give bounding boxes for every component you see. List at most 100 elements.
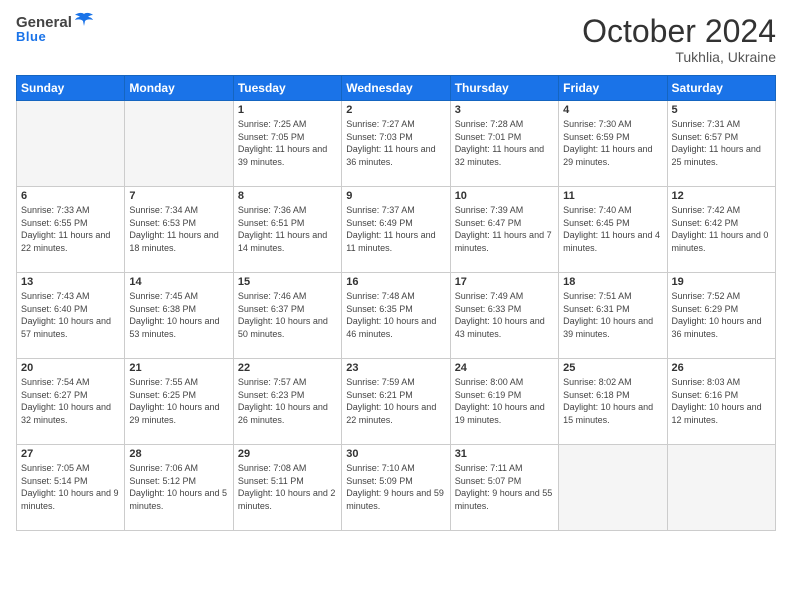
header-wednesday: Wednesday [342,76,450,101]
cell-info: Sunrise: 7:52 AM Sunset: 6:29 PM Dayligh… [672,290,771,340]
table-row: 16Sunrise: 7:48 AM Sunset: 6:35 PM Dayli… [342,273,450,359]
table-row: 31 Sunrise: 7:11 AM Sunset: 5:07 PM Dayli… [450,445,558,531]
day-number: 9 [346,190,445,202]
calendar-week-row: 6Sunrise: 7:33 AM Sunset: 6:55 PM Daylig… [17,187,776,273]
day-number: 4 [563,104,662,116]
table-row: 26 Sunrise: 8:03 AM Sunset: 6:16 PM Dayli… [667,359,775,445]
table-row: 5 Sunrise: 7:31 AM Sunset: 6:57 PM Daylig… [667,101,775,187]
table-row: 25 Sunrise: 8:02 AM Sunset: 6:18 PM Dayli… [559,359,667,445]
cell-info: Sunrise: 7:39 AM Sunset: 6:47 PM Dayligh… [455,204,554,254]
title-block: October 2024 Tukhlia, Ukraine [582,14,776,65]
header-tuesday: Tuesday [233,76,341,101]
header-friday: Friday [559,76,667,101]
month-title: October 2024 [582,14,776,49]
cell-info: Sunrise: 7:27 AM Sunset: 7:03 PM Dayligh… [346,118,445,168]
table-row: 15 Sunrise: 7:46 AM Sunset: 6:37 PM Dayli… [233,273,341,359]
cell-info: Sunrise: 7:31 AM Sunset: 6:57 PM Dayligh… [672,118,771,168]
logo-blue-text: Blue [16,29,94,44]
cell-info: Sunrise: 7:05 AM Sunset: 5:14 PM Dayligh… [21,462,120,512]
table-row: 9 Sunrise: 7:37 AM Sunset: 6:49 PM Daylig… [342,187,450,273]
table-row [125,101,233,187]
cell-info: Sunrise: 7:11 AM Sunset: 5:07 PM Dayligh… [455,462,554,512]
day-number: 2 [346,104,445,116]
table-row: 30 Sunrise: 7:10 AM Sunset: 5:09 PM Dayli… [342,445,450,531]
table-row: 28Sunrise: 7:06 AM Sunset: 5:12 PM Dayli… [125,445,233,531]
cell-info: Sunrise: 7:10 AM Sunset: 5:09 PM Dayligh… [346,462,445,512]
day-number: 24 [455,362,554,374]
table-row: 24Sunrise: 8:00 AM Sunset: 6:19 PM Dayli… [450,359,558,445]
cell-info: Sunrise: 7:40 AM Sunset: 6:45 PM Dayligh… [563,204,662,254]
day-number: 14 [129,276,228,288]
table-row: 7 Sunrise: 7:34 AM Sunset: 6:53 PM Daylig… [125,187,233,273]
table-row [17,101,125,187]
day-number: 26 [672,362,771,374]
table-row: 19 Sunrise: 7:52 AM Sunset: 6:29 PM Dayli… [667,273,775,359]
cell-info: Sunrise: 7:54 AM Sunset: 6:27 PM Dayligh… [21,376,120,426]
day-number: 15 [238,276,337,288]
day-number: 7 [129,190,228,202]
day-number: 8 [238,190,337,202]
cell-info: Sunrise: 7:08 AM Sunset: 5:11 PM Dayligh… [238,462,337,512]
cell-info: Sunrise: 7:34 AM Sunset: 6:53 PM Dayligh… [129,204,228,254]
header: General Blue October 2024 Tukhlia, Ukrai… [16,14,776,65]
cell-info: Sunrise: 8:03 AM Sunset: 6:16 PM Dayligh… [672,376,771,426]
day-number: 23 [346,362,445,374]
day-number: 25 [563,362,662,374]
header-saturday: Saturday [667,76,775,101]
cell-info: Sunrise: 7:59 AM Sunset: 6:21 PM Dayligh… [346,376,445,426]
day-number: 27 [21,448,120,460]
day-number: 17 [455,276,554,288]
table-row: 20 Sunrise: 7:54 AM Sunset: 6:27 PM Dayli… [17,359,125,445]
table-row: 22 Sunrise: 7:57 AM Sunset: 6:23 PM Dayli… [233,359,341,445]
day-number: 29 [238,448,337,460]
cell-info: Sunrise: 7:46 AM Sunset: 6:37 PM Dayligh… [238,290,337,340]
day-number: 30 [346,448,445,460]
day-number: 31 [455,448,554,460]
calendar-week-row: 20 Sunrise: 7:54 AM Sunset: 6:27 PM Dayli… [17,359,776,445]
day-number: 5 [672,104,771,116]
table-row: 21Sunrise: 7:55 AM Sunset: 6:25 PM Dayli… [125,359,233,445]
cell-info: Sunrise: 7:37 AM Sunset: 6:49 PM Dayligh… [346,204,445,254]
day-number: 13 [21,276,120,288]
table-row: 11 Sunrise: 7:40 AM Sunset: 6:45 PM Dayli… [559,187,667,273]
cell-info: Sunrise: 7:45 AM Sunset: 6:38 PM Dayligh… [129,290,228,340]
day-number: 22 [238,362,337,374]
day-number: 20 [21,362,120,374]
table-row: 1Sunrise: 7:25 AM Sunset: 7:05 PM Daylig… [233,101,341,187]
header-sunday: Sunday [17,76,125,101]
day-number: 3 [455,104,554,116]
location: Tukhlia, Ukraine [582,49,776,65]
table-row: 10 Sunrise: 7:39 AM Sunset: 6:47 PM Dayli… [450,187,558,273]
day-number: 10 [455,190,554,202]
cell-info: Sunrise: 7:49 AM Sunset: 6:33 PM Dayligh… [455,290,554,340]
table-row: 3 Sunrise: 7:28 AM Sunset: 7:01 PM Daylig… [450,101,558,187]
cell-info: Sunrise: 7:57 AM Sunset: 6:23 PM Dayligh… [238,376,337,426]
cell-info: Sunrise: 7:30 AM Sunset: 6:59 PM Dayligh… [563,118,662,168]
table-row: 2 Sunrise: 7:27 AM Sunset: 7:03 PM Daylig… [342,101,450,187]
day-number: 6 [21,190,120,202]
header-monday: Monday [125,76,233,101]
cell-info: Sunrise: 7:28 AM Sunset: 7:01 PM Dayligh… [455,118,554,168]
cell-info: Sunrise: 7:06 AM Sunset: 5:12 PM Dayligh… [129,462,228,512]
header-thursday: Thursday [450,76,558,101]
cell-info: Sunrise: 7:43 AM Sunset: 6:40 PM Dayligh… [21,290,120,340]
table-row: 13 Sunrise: 7:43 AM Sunset: 6:40 PM Dayli… [17,273,125,359]
table-row: 29 Sunrise: 7:08 AM Sunset: 5:11 PM Dayli… [233,445,341,531]
day-number: 19 [672,276,771,288]
cell-info: Sunrise: 8:02 AM Sunset: 6:18 PM Dayligh… [563,376,662,426]
logo-bird-icon [74,12,94,30]
calendar-week-row: 1Sunrise: 7:25 AM Sunset: 7:05 PM Daylig… [17,101,776,187]
calendar-week-row: 13 Sunrise: 7:43 AM Sunset: 6:40 PM Dayli… [17,273,776,359]
calendar-table: Sunday Monday Tuesday Wednesday Thursday… [16,75,776,531]
day-number: 18 [563,276,662,288]
cell-info: Sunrise: 7:55 AM Sunset: 6:25 PM Dayligh… [129,376,228,426]
day-number: 11 [563,190,662,202]
cell-info: Sunrise: 7:36 AM Sunset: 6:51 PM Dayligh… [238,204,337,254]
table-row [559,445,667,531]
table-row: 8 Sunrise: 7:36 AM Sunset: 6:51 PM Daylig… [233,187,341,273]
cell-info: Sunrise: 7:42 AM Sunset: 6:42 PM Dayligh… [672,204,771,254]
table-row: 18 Sunrise: 7:51 AM Sunset: 6:31 PM Dayli… [559,273,667,359]
cell-info: Sunrise: 7:51 AM Sunset: 6:31 PM Dayligh… [563,290,662,340]
table-row [667,445,775,531]
table-row: 4 Sunrise: 7:30 AM Sunset: 6:59 PM Daylig… [559,101,667,187]
